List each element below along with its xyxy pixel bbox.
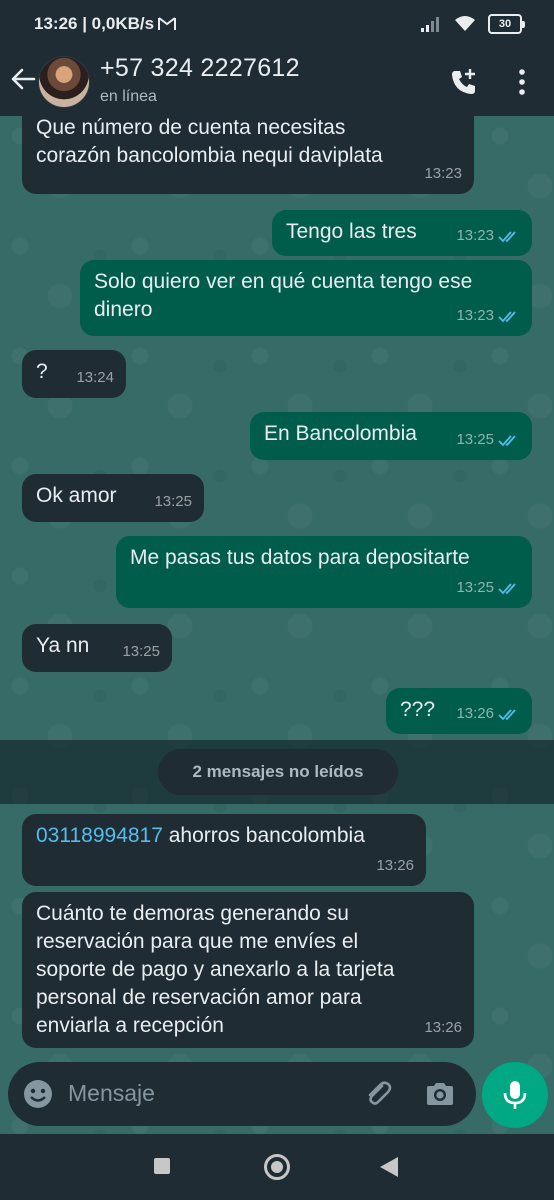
message-time-text: 13:25 xyxy=(154,493,192,510)
message-time-text: 13:23 xyxy=(456,307,494,324)
message-time-text: 13:23 xyxy=(456,227,494,244)
message-text-line: enviarla a recepción xyxy=(36,1014,224,1037)
wifi-icon xyxy=(455,16,475,31)
message-time: 13:26 xyxy=(424,1014,462,1042)
message-time-text: 13:26 xyxy=(456,705,494,722)
message-bubble-incoming[interactable]: Ya nn 13:25 xyxy=(22,624,172,672)
message-text-line: dinero xyxy=(94,298,153,321)
message-text-line: reservación para que me envíes el xyxy=(36,930,359,953)
message-text-line: soporte de pago y anexarlo a la tarjeta xyxy=(36,958,395,981)
status-time-text: 13:26 | 0,0KB/s xyxy=(34,14,155,33)
phone-plus-icon xyxy=(452,69,475,94)
add-call-button[interactable] xyxy=(446,64,482,100)
microphone-icon xyxy=(503,1081,527,1109)
battery-level: 30 xyxy=(498,18,512,30)
voice-record-button[interactable] xyxy=(482,1062,548,1128)
contact-avatar[interactable] xyxy=(38,56,90,108)
read-ticks-icon xyxy=(498,231,516,243)
message-text-rest: ahorros bancolombia xyxy=(162,824,365,847)
message-text-line: corazón bancolombia nequi daviplata xyxy=(36,144,383,167)
chat-header: +57 324 2227612 en línea xyxy=(0,50,554,116)
unread-messages-badge: 2 mensajes no leídos xyxy=(158,749,398,795)
arrow-left-icon xyxy=(11,68,36,90)
message-bubble-incoming[interactable]: 03118994817 ahorros bancolombia 13:26 xyxy=(22,814,426,886)
message-time: 13:25 xyxy=(154,488,192,516)
status-time-network: 13:26 | 0,0KB/s xyxy=(34,14,177,34)
status-bar: 13:26 | 0,0KB/s 30 xyxy=(0,0,554,50)
system-nav-bar xyxy=(0,1134,554,1200)
gmail-notification-icon xyxy=(158,17,177,30)
message-bubble-incoming[interactable]: ? 13:24 xyxy=(22,350,126,398)
message-text: 03118994817 ahorros bancolombia xyxy=(36,822,412,850)
message-time: 13:23 xyxy=(456,302,520,330)
chat-area[interactable]: Que número de cuenta necesitas corazón b… xyxy=(0,116,554,1134)
message-time: 13:26 xyxy=(376,852,414,880)
message-time: 13:25 xyxy=(456,574,520,602)
system-back-button[interactable] xyxy=(380,1157,398,1177)
message-bubble-outgoing[interactable]: ??? 13:26 xyxy=(386,688,532,734)
home-button[interactable] xyxy=(264,1154,290,1180)
cell-signal-icon xyxy=(421,17,439,32)
message-time: 13:25 xyxy=(122,638,160,666)
message-input[interactable]: Mensaje xyxy=(68,1080,155,1107)
emoji-icon[interactable] xyxy=(22,1078,54,1110)
message-bubble-outgoing[interactable]: Solo quiero ver en qué cuenta tengo ese … xyxy=(80,260,532,336)
back-button[interactable] xyxy=(8,64,38,94)
message-text: Me pasas tus datos para depositarte xyxy=(130,546,470,569)
message-time: 13:23 xyxy=(424,160,462,188)
read-ticks-icon xyxy=(498,435,516,447)
message-text-line: Solo quiero ver en qué cuenta tengo ese xyxy=(94,270,473,293)
message-bubble-incoming[interactable]: Ok amor 13:25 xyxy=(22,474,204,522)
status-indicators: 30 xyxy=(420,14,525,34)
paperclip-icon[interactable] xyxy=(362,1078,394,1110)
account-number-link[interactable]: 03118994817 xyxy=(36,824,163,847)
battery-icon: 30 xyxy=(488,14,525,34)
message-time-text: 13:25 xyxy=(122,643,160,660)
message-composer[interactable]: Mensaje xyxy=(8,1062,476,1126)
message-time-text: 13:23 xyxy=(424,165,462,182)
message-bubble-outgoing[interactable]: Me pasas tus datos para depositarte 13:2… xyxy=(116,536,532,608)
message-time: 13:26 xyxy=(456,700,520,728)
message-text-line: personal de reservación amor para xyxy=(36,986,362,1009)
read-ticks-icon xyxy=(498,311,516,323)
read-ticks-icon xyxy=(498,709,516,721)
message-time-text: 13:25 xyxy=(456,431,494,448)
message-bubble-outgoing[interactable]: En Bancolombia 13:25 xyxy=(250,412,532,460)
message-time: 13:23 xyxy=(456,222,520,250)
message-time: 13:24 xyxy=(76,364,114,392)
message-time: 13:25 xyxy=(456,426,520,454)
recent-apps-button[interactable] xyxy=(154,1158,170,1174)
read-ticks-icon xyxy=(498,583,516,595)
contact-status: en línea xyxy=(100,88,157,105)
message-time-text: 13:24 xyxy=(76,369,114,386)
message-text-line: Que número de cuenta necesitas xyxy=(36,116,346,139)
message-time-text: 13:25 xyxy=(456,579,494,596)
camera-icon[interactable] xyxy=(424,1078,456,1110)
overflow-menu-button[interactable] xyxy=(510,64,534,100)
message-bubble-incoming[interactable]: Que número de cuenta necesitas corazón b… xyxy=(22,116,474,194)
message-bubble-outgoing[interactable]: Tengo las tres 13:23 xyxy=(272,210,532,256)
message-bubble-incoming[interactable]: Cuánto te demoras generando su reservaci… xyxy=(22,892,474,1048)
contact-name[interactable]: +57 324 2227612 xyxy=(100,54,300,83)
message-time-text: 13:26 xyxy=(376,857,414,874)
message-text-line: Cuánto te demoras generando su xyxy=(36,902,349,925)
more-vertical-icon xyxy=(519,69,525,95)
message-time-text: 13:26 xyxy=(424,1019,462,1036)
